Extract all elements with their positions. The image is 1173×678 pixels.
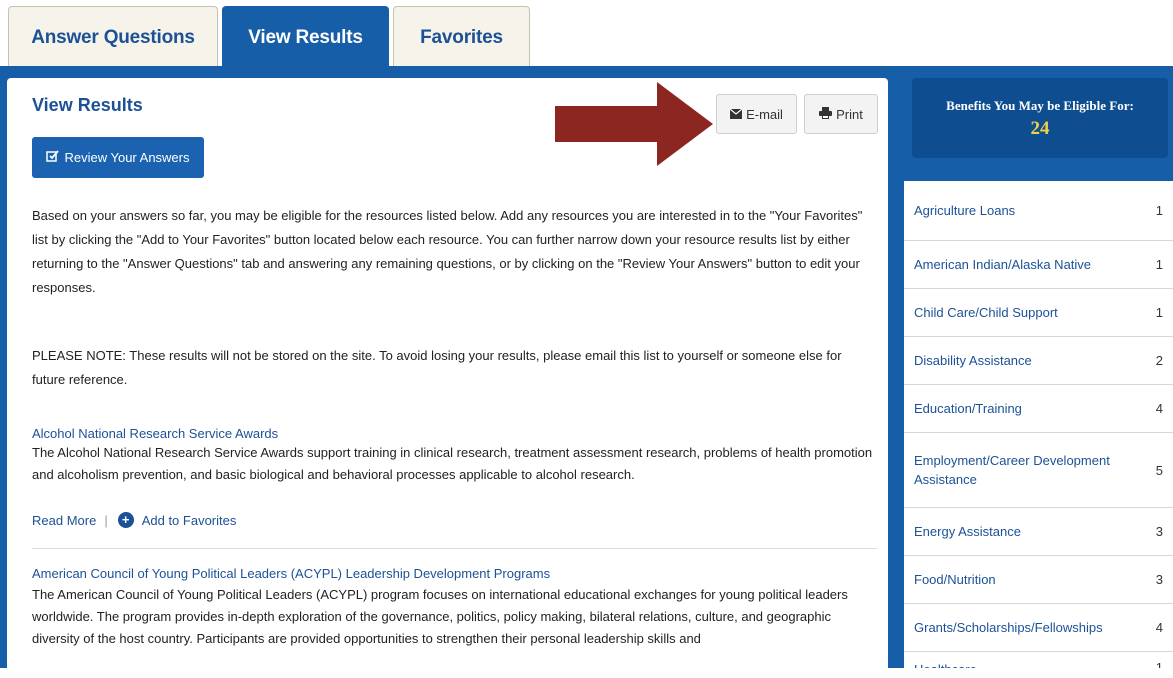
tab-favorites[interactable]: Favorites — [393, 6, 530, 66]
category-item[interactable]: Education/Training 4 — [904, 385, 1173, 433]
category-count: 3 — [1155, 572, 1163, 587]
page-title: View Results — [32, 95, 143, 115]
category-name: Employment/Career Development Assistance — [914, 453, 1110, 487]
email-button[interactable]: E-mail — [716, 94, 797, 134]
category-item[interactable]: American Indian/Alaska Native 1 — [904, 241, 1173, 289]
printer-icon — [819, 106, 833, 122]
category-item[interactable]: Employment/Career Development Assistance… — [904, 433, 1173, 508]
review-answers-label: Review Your Answers — [64, 150, 190, 165]
category-count: 1 — [1155, 257, 1163, 272]
category-name: Energy Assistance — [914, 524, 1021, 539]
category-item[interactable]: Energy Assistance 3 — [904, 508, 1173, 556]
category-item[interactable]: Child Care/Child Support 1 — [904, 289, 1173, 337]
category-count: 5 — [1155, 462, 1163, 478]
category-item[interactable]: Disability Assistance 2 — [904, 337, 1173, 385]
benefits-summary: Benefits You May be Eligible For: 24 — [912, 78, 1168, 158]
category-name: Child Care/Child Support — [914, 305, 1058, 320]
add-to-favorites-link[interactable]: Add to Favorites — [142, 513, 237, 528]
email-label: E-mail — [746, 106, 783, 122]
category-name: Agriculture Loans — [914, 203, 1016, 218]
category-name: Education/Training — [914, 401, 1022, 416]
results-panel: View Results Review Your Answers E-mail … — [7, 78, 888, 678]
print-label: Print — [836, 106, 863, 122]
tab-view-results[interactable]: View Results — [222, 6, 389, 66]
resource-actions: Read More | + Add to Favorites — [32, 512, 236, 528]
envelope-icon — [729, 107, 743, 122]
category-count: 4 — [1155, 401, 1163, 416]
tab-answer-questions[interactable]: Answer Questions — [8, 6, 218, 66]
edit-check-icon — [46, 149, 60, 166]
review-answers-button[interactable]: Review Your Answers — [32, 137, 204, 178]
category-count: 1 — [1155, 660, 1163, 668]
red-arrow-annotation — [555, 82, 713, 166]
note-text: PLEASE NOTE: These results will not be s… — [32, 348, 842, 387]
resource-title-link[interactable]: Alcohol National Research Service Awards — [32, 424, 278, 444]
category-count: 2 — [1155, 353, 1163, 368]
category-item[interactable]: Food/Nutrition 3 — [904, 556, 1173, 604]
category-name: American Indian/Alaska Native — [914, 257, 1092, 272]
category-item[interactable]: Agriculture Loans 1 — [904, 181, 1173, 241]
intro-text: Based on your answers so far, you may be… — [32, 208, 863, 295]
print-button[interactable]: Print — [804, 94, 878, 134]
category-list: Agriculture Loans 1 American Indian/Alas… — [904, 181, 1173, 668]
category-item[interactable]: Healthcare 1 — [904, 652, 1173, 668]
tab-bar: Answer Questions View Results Favorites — [0, 0, 1173, 66]
category-count: 4 — [1155, 620, 1163, 635]
read-more-link[interactable]: Read More — [32, 513, 96, 528]
category-name: Healthcare — [914, 660, 1151, 668]
resource-description: The Alcohol National Research Service Aw… — [32, 445, 873, 482]
category-name: Disability Assistance — [914, 353, 1032, 368]
separator: | — [104, 512, 108, 528]
plus-circle-icon[interactable]: + — [117, 512, 134, 528]
category-name: Grants/Scholarships/Fellowships — [914, 620, 1103, 635]
category-count: 3 — [1155, 524, 1163, 539]
category-count: 1 — [1155, 305, 1163, 320]
benefits-count: 24 — [1030, 118, 1050, 139]
divider — [32, 548, 877, 549]
resource-description: The American Council of Young Political … — [32, 587, 848, 646]
benefits-label: Benefits You May be Eligible For: — [946, 98, 1134, 113]
category-count: 1 — [1155, 203, 1163, 218]
resource-title-link[interactable]: American Council of Young Political Lead… — [32, 564, 550, 584]
category-item[interactable]: Grants/Scholarships/Fellowships 4 — [904, 604, 1173, 652]
category-name: Food/Nutrition — [914, 572, 996, 587]
